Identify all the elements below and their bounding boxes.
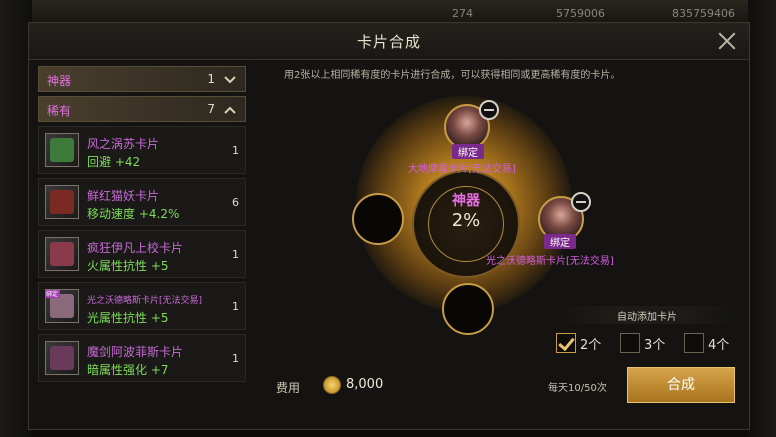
list-item[interactable]: 疯狂伊凡上校卡片 火属性抗性 +5 1	[38, 230, 246, 278]
option-label: 3个	[644, 337, 666, 353]
category-rare[interactable]: 稀有 7	[38, 96, 246, 122]
result-rarity: 神器	[452, 193, 480, 209]
material-slot-3[interactable]	[352, 193, 404, 245]
list-item[interactable]: 鲜红猫妖卡片 移动速度 +4.2% 6	[38, 178, 246, 226]
checkbox-icon[interactable]	[620, 333, 640, 353]
slot-card-name: 光之沃德略斯卡片[无法交易]	[486, 256, 614, 267]
auto-add-label: 自动添加卡片	[617, 312, 677, 323]
remove-icon[interactable]	[571, 192, 591, 212]
bound-badge: 绑定	[452, 144, 484, 159]
synthesis-hint: 用2张以上相同稀有度的卡片进行合成，可以获得相同或更高稀有度的卡片。	[284, 70, 621, 81]
dialog-header: 卡片合成	[29, 23, 749, 60]
card-name: 光之沃德略斯卡片[无法交易]	[87, 296, 203, 306]
card-name: 鲜红猫妖卡片	[87, 189, 160, 203]
close-icon[interactable]	[715, 29, 739, 53]
card-thumbnail	[45, 341, 79, 375]
result-chance: 2%	[451, 210, 481, 231]
daily-limit: 每天10/50次	[548, 383, 607, 394]
category-count: 7	[207, 102, 215, 116]
material-slot-4[interactable]	[442, 283, 494, 335]
card-thumbnail: 绑定	[45, 289, 79, 323]
card-stat: 回避 +42	[87, 155, 141, 169]
resource-3: 835759406	[672, 7, 735, 20]
card-count: 1	[232, 144, 239, 157]
chevron-up-icon	[224, 106, 236, 114]
synthesize-button[interactable]: 合成	[627, 367, 735, 403]
option-label: 2个	[580, 337, 602, 353]
slot-card-name: 大地摩震卡片[无法交易]	[408, 164, 516, 175]
option-label: 4个	[708, 337, 730, 353]
fee-label: 费用	[276, 381, 301, 395]
bound-badge: 绑定	[544, 234, 576, 249]
category-label: 稀有	[47, 104, 72, 118]
card-thumbnail	[45, 133, 79, 167]
auto-add-option-4[interactable]: 4个	[684, 331, 729, 355]
category-label: 神器	[47, 74, 72, 88]
card-thumbnail	[45, 237, 79, 271]
card-stat: 火属性抗性 +5	[87, 259, 169, 273]
list-item[interactable]: 魔剑阿波菲斯卡片 暗属性强化 +7 1	[38, 334, 246, 382]
background-right	[748, 0, 776, 437]
dialog-title: 卡片合成	[356, 33, 421, 51]
card-count: 6	[232, 196, 239, 209]
auto-add-option-2[interactable]: 2个	[556, 331, 601, 355]
checkbox-checked-icon[interactable]	[556, 333, 576, 353]
resource-2: 5759006	[556, 7, 605, 20]
remove-icon[interactable]	[479, 100, 499, 120]
fee-value: 8,000	[346, 377, 384, 392]
gold-coin-icon	[323, 376, 341, 394]
card-list-panel: 神器 1 稀有 7 风之涡苏卡片 回避 +42 1 鲜红猫妖卡片 移动速度 +4…	[38, 66, 246, 422]
card-stat: 暗属性强化 +7	[87, 363, 169, 377]
card-stat: 光属性抗性 +5	[87, 311, 169, 325]
bound-tag: 绑定	[46, 290, 61, 298]
card-count: 1	[232, 248, 239, 261]
category-count: 1	[207, 72, 215, 86]
card-name: 魔剑阿波菲斯卡片	[87, 345, 184, 359]
card-count: 1	[232, 352, 239, 365]
checkbox-icon[interactable]	[684, 333, 704, 353]
card-thumbnail	[45, 185, 79, 219]
card-name: 风之涡苏卡片	[87, 137, 160, 151]
card-count: 1	[232, 300, 239, 313]
chevron-down-icon	[224, 76, 236, 84]
list-item[interactable]: 风之涡苏卡片 回避 +42 1	[38, 126, 246, 174]
list-item[interactable]: 绑定 光之沃德略斯卡片[无法交易] 光属性抗性 +5 1	[38, 282, 246, 330]
resource-1: 274	[452, 7, 473, 20]
auto-add-option-3[interactable]: 3个	[620, 331, 665, 355]
card-name: 疯狂伊凡上校卡片	[87, 241, 184, 255]
category-artifact[interactable]: 神器 1	[38, 66, 246, 92]
card-stat: 移动速度 +4.2%	[87, 207, 180, 221]
